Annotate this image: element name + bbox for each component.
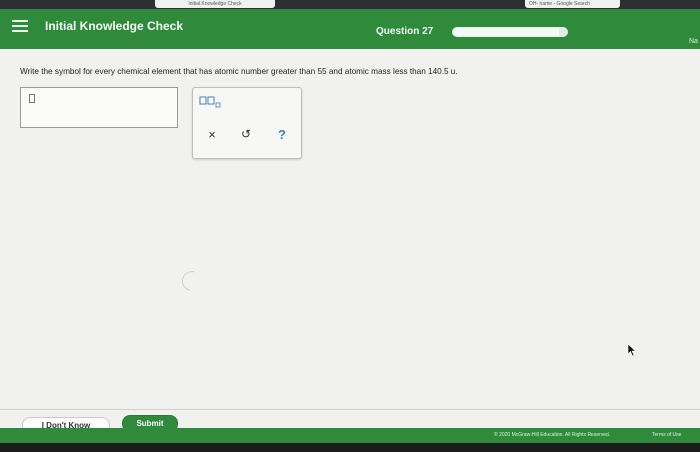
menu-line [12, 20, 28, 22]
clear-icon[interactable]: × [201, 122, 223, 146]
footer-divider [0, 409, 700, 410]
symbol-palette: × ↺ ? [192, 87, 302, 159]
progress-fill [453, 28, 560, 36]
progress-bar [452, 27, 568, 37]
help-icon[interactable]: ? [271, 122, 293, 146]
input-cursor-box [29, 94, 35, 103]
question-text: Write the symbol for every chemical elem… [20, 67, 458, 76]
copyright-text: © 2020 McGraw-Hill Education. All Rights… [494, 432, 611, 438]
browser-tab-knowledge-check[interactable]: Initial Knowledge Check [155, 0, 275, 8]
terms-link[interactable]: Terms of Use [652, 432, 681, 438]
browser-tab-google-search[interactable]: OH- name - Google Search [525, 0, 620, 8]
header-bar: Initial Knowledge Check Question 27 Na [0, 9, 700, 49]
palette-actions: × ↺ ? [193, 122, 303, 146]
answer-input[interactable] [20, 87, 178, 128]
subscript-template-icon[interactable] [199, 94, 225, 109]
footer-bar: © 2020 McGraw-Hill Education. All Rights… [0, 428, 700, 443]
browser-tabstrip: Initial Knowledge Check OH- name - Googl… [0, 0, 700, 9]
menu-line [12, 30, 28, 32]
monitor-bezel [0, 443, 700, 452]
mouse-pointer-icon [627, 343, 637, 357]
screen-smudge [178, 267, 206, 295]
page-title: Initial Knowledge Check [45, 19, 184, 33]
next-link[interactable]: Na [689, 38, 698, 45]
question-number: Question 27 [376, 26, 434, 37]
undo-icon[interactable]: ↺ [235, 122, 257, 146]
menu-line [12, 25, 28, 27]
aleks-screen: Initial Knowledge Check Question 27 Na W… [0, 9, 700, 443]
menu-icon[interactable] [12, 20, 28, 36]
